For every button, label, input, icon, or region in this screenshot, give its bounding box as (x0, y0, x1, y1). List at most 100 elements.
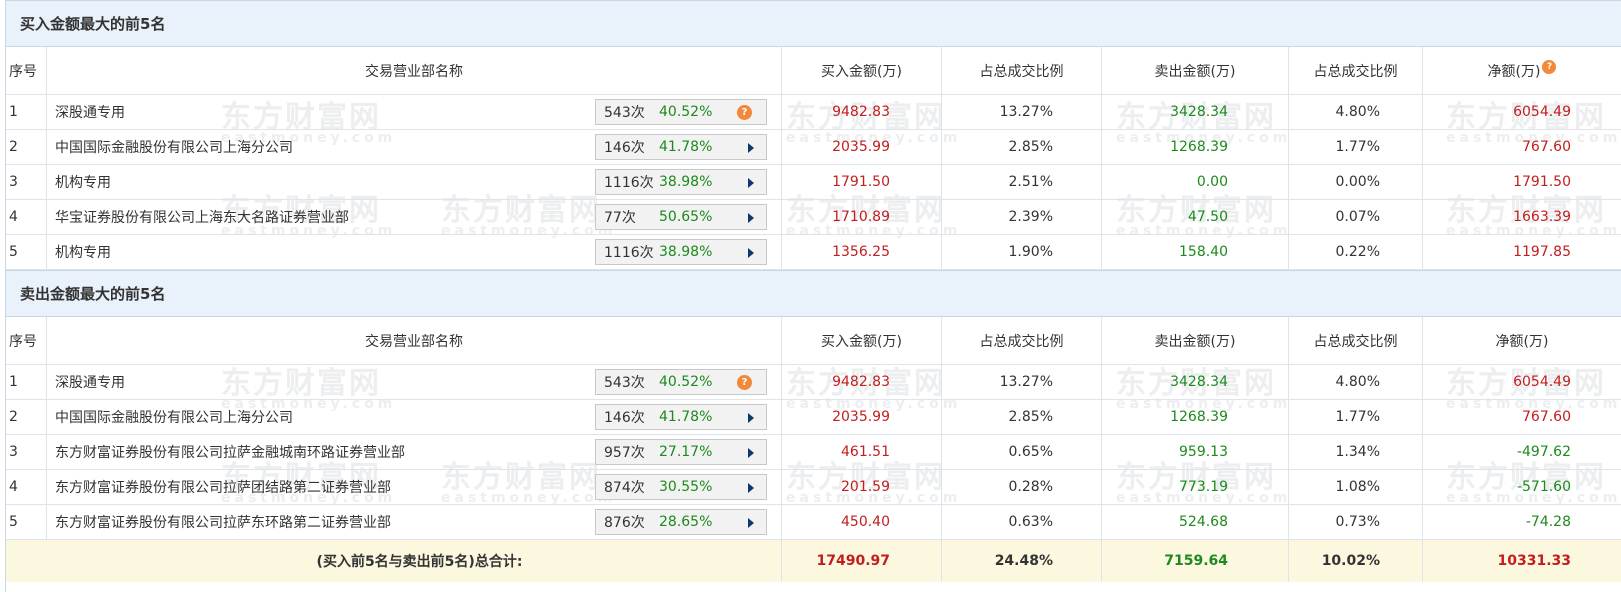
win-rate: 27.17% (659, 444, 713, 460)
win-rate: 40.52% (659, 374, 713, 390)
total-buy-pct: 24.48% (942, 540, 1102, 582)
trade-count: 957次 (604, 445, 645, 461)
arrow-right-icon[interactable] (748, 448, 754, 458)
table-header: 序号 交易营业部名称 买入金额(万) 占总成交比例 卖出金额(万) 占总成交比例… (6, 47, 1621, 95)
header-net: 净额(万)? (1423, 47, 1621, 94)
broker-stats-tag[interactable]: 543次 40.52%? (595, 369, 767, 395)
broker-cell: 华宝证券股份有限公司上海东大名路证券营业部 77次 50.65% (47, 200, 782, 234)
header-sell-pct: 占总成交比例 (1289, 317, 1423, 364)
arrow-right-icon[interactable] (748, 248, 754, 258)
buy-rows: 1 深股通专用 543次 40.52%? 9482.83 13.27% 3428.34 4.8… (6, 95, 1621, 270)
net-amount: -497.62 (1516, 444, 1571, 460)
sell-pct: 0.73% (1289, 505, 1423, 539)
sell-amount: 524.68 (1102, 505, 1289, 539)
buy-amount: 1356.25 (782, 235, 942, 269)
net-amount: -571.60 (1516, 479, 1571, 495)
broker-name[interactable]: 东方财富证券股份有限公司拉萨东环路第二证券营业部 (55, 512, 391, 532)
header-net: 净额(万) (1495, 333, 1549, 350)
sell-pct: 1.77% (1289, 130, 1423, 164)
trade-count: 146次 (604, 140, 645, 156)
buy-amount: 201.59 (782, 470, 942, 504)
header-sell: 卖出金额(万) (1102, 47, 1289, 94)
table-row: 2 中国国际金融股份有限公司上海分公司 146次 41.78% 2035.99 2.85%… (6, 400, 1621, 435)
sell-pct: 1.08% (1289, 470, 1423, 504)
arrow-right-icon[interactable] (748, 178, 754, 188)
broker-stats-tag[interactable]: 874次 30.55% (595, 474, 767, 500)
table-header: 序号 交易营业部名称 买入金额(万) 占总成交比例 卖出金额(万) 占总成交比例… (6, 317, 1621, 365)
broker-name[interactable]: 东方财富证券股份有限公司拉萨金融城南环路证券营业部 (55, 442, 405, 462)
broker-stats-tag[interactable]: 146次 41.78% (595, 404, 767, 430)
trade-count: 876次 (604, 515, 645, 531)
broker-stats-tag[interactable]: 77次 50.65% (595, 204, 767, 230)
row-no: 3 (6, 435, 47, 469)
broker-name[interactable]: 中国国际金融股份有限公司上海分公司 (55, 137, 293, 157)
broker-name[interactable]: 东方财富证券股份有限公司拉萨团结路第二证券营业部 (55, 477, 391, 497)
buy-amount: 1791.50 (782, 165, 942, 199)
sell-pct: 0.00% (1289, 165, 1423, 199)
buy-amount: 9482.83 (782, 365, 942, 399)
net-amount: 1197.85 (1513, 244, 1571, 260)
broker-name[interactable]: 中国国际金融股份有限公司上海分公司 (55, 407, 293, 427)
trade-count: 146次 (604, 410, 645, 426)
header-buy-pct: 占总成交比例 (942, 317, 1102, 364)
broker-stats-tag[interactable]: 957次 27.17% (595, 439, 767, 465)
total-row: (买入前5名与卖出前5名)总合计: 17490.97 24.48% 7159.6… (6, 540, 1621, 582)
table-row: 3 东方财富证券股份有限公司拉萨金融城南环路证券营业部 957次 27.17% 461.… (6, 435, 1621, 470)
help-icon[interactable]: ? (737, 105, 752, 120)
arrow-right-icon[interactable] (748, 143, 754, 153)
broker-name[interactable]: 深股通专用 (55, 102, 125, 122)
broker-name[interactable]: 机构专用 (55, 242, 111, 262)
header-name: 交易营业部名称 (47, 47, 782, 94)
trade-count: 874次 (604, 480, 645, 496)
net-amount: 6054.49 (1513, 374, 1571, 390)
buy-amount: 9482.83 (782, 95, 942, 129)
broker-stats-tag[interactable]: 146次 41.78% (595, 134, 767, 160)
broker-cell: 机构专用 1116次 38.98% (47, 235, 782, 269)
header-name: 交易营业部名称 (47, 317, 782, 364)
net-amount: 767.60 (1522, 409, 1571, 425)
buy-amount: 2035.99 (782, 400, 942, 434)
help-icon[interactable]: ? (1542, 59, 1557, 74)
sell-pct: 1.77% (1289, 400, 1423, 434)
broker-stats-tag[interactable]: 543次 40.52%? (595, 99, 767, 125)
arrow-right-icon[interactable] (748, 518, 754, 528)
row-no: 2 (6, 130, 47, 164)
total-net: 10331.33 (1497, 553, 1571, 569)
sell-amount: 47.50 (1102, 200, 1289, 234)
win-rate: 41.78% (659, 409, 713, 425)
arrow-right-icon[interactable] (748, 413, 754, 423)
broker-cell: 机构专用 1116次 38.98% (47, 165, 782, 199)
broker-cell: 中国国际金融股份有限公司上海分公司 146次 41.78% (47, 400, 782, 434)
sell-amount: 0.00 (1102, 165, 1289, 199)
broker-name[interactable]: 深股通专用 (55, 372, 125, 392)
broker-name[interactable]: 华宝证券股份有限公司上海东大名路证券营业部 (55, 207, 349, 227)
table-row: 2 中国国际金融股份有限公司上海分公司 146次 41.78% 2035.99 2.85%… (6, 130, 1621, 165)
arrow-right-icon[interactable] (748, 483, 754, 493)
buy-amount: 450.40 (782, 505, 942, 539)
table-row: 5 东方财富证券股份有限公司拉萨东环路第二证券营业部 876次 28.65% 450.4… (6, 505, 1621, 540)
header-sell-pct: 占总成交比例 (1289, 47, 1423, 94)
win-rate: 38.98% (659, 244, 713, 260)
win-rate: 50.65% (659, 209, 713, 225)
net-amount: 6054.49 (1513, 104, 1571, 120)
buy-pct: 2.51% (942, 165, 1102, 199)
sell-amount: 959.13 (1102, 435, 1289, 469)
sell-amount: 3428.34 (1102, 365, 1289, 399)
header-sell: 卖出金额(万) (1102, 317, 1289, 364)
help-icon[interactable]: ? (737, 375, 752, 390)
trade-count: 1116次 (604, 245, 654, 261)
header-buy-pct: 占总成交比例 (942, 47, 1102, 94)
trade-count: 1116次 (604, 175, 654, 191)
total-sell: 7159.64 (1102, 540, 1289, 582)
buy-pct: 2.85% (942, 400, 1102, 434)
buy-pct: 0.65% (942, 435, 1102, 469)
buy-pct: 2.85% (942, 130, 1102, 164)
arrow-right-icon[interactable] (748, 213, 754, 223)
broker-name[interactable]: 机构专用 (55, 172, 111, 192)
sell-pct: 0.22% (1289, 235, 1423, 269)
broker-stats-tag[interactable]: 1116次 38.98% (595, 169, 767, 195)
total-label: (买入前5名与卖出前5名)总合计: (6, 540, 782, 582)
broker-stats-tag[interactable]: 876次 28.65% (595, 509, 767, 535)
broker-stats-tag[interactable]: 1116次 38.98% (595, 239, 767, 265)
broker-cell: 东方财富证券股份有限公司拉萨金融城南环路证券营业部 957次 27.17% (47, 435, 782, 469)
